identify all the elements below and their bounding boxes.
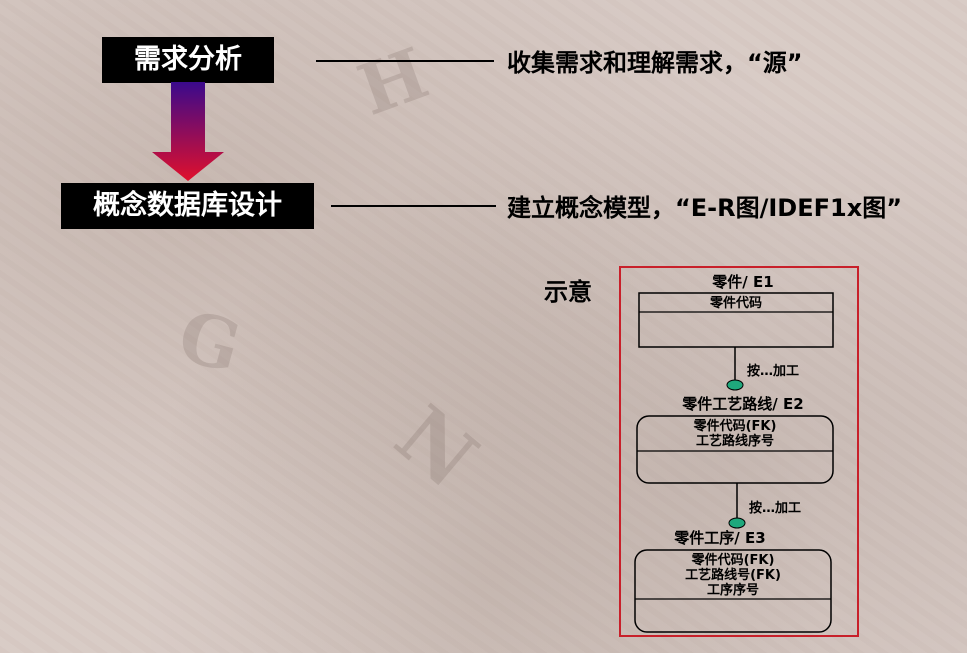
entity-attribute: 工序序号 bbox=[707, 582, 759, 598]
background-watermark: N bbox=[378, 387, 495, 507]
relationship-label: 按…加工 bbox=[747, 363, 799, 379]
entity-title: 零件工序/ E3 bbox=[673, 529, 765, 547]
illustration-label: 示意 bbox=[544, 278, 592, 306]
relationship-dot bbox=[726, 379, 744, 391]
entity-attribute: 零件代码(FK) bbox=[693, 418, 777, 434]
relationship-label: 按…加工 bbox=[749, 500, 801, 516]
relationship-dot bbox=[728, 517, 746, 529]
background-watermark: H bbox=[347, 31, 439, 132]
entity-attribute: 工艺路线号(FK) bbox=[685, 567, 781, 583]
stage-description: 收集需求和理解需求，“源” bbox=[507, 49, 803, 77]
connector-line bbox=[331, 205, 496, 207]
connector-line bbox=[316, 60, 494, 62]
stage-requirements-analysis: 需求分析 bbox=[102, 37, 274, 83]
entity-attribute: 零件代码 bbox=[709, 295, 762, 311]
down-arrow-icon bbox=[152, 82, 224, 181]
entity-title: 零件/ E1 bbox=[711, 273, 773, 291]
background-watermark: G bbox=[170, 293, 250, 390]
entity-attribute: 工艺路线序号 bbox=[696, 433, 774, 449]
entity-attribute: 零件代码(FK) bbox=[691, 552, 775, 568]
stage-description: 建立概念模型，“E-R图/IDEF1x图” bbox=[507, 194, 902, 222]
stage-conceptual-design: 概念数据库设计 bbox=[61, 183, 314, 229]
er-diagram-frame: 零件/ E1 零件代码 按…加工 零件工艺路线/ E2 零件代码(FK) 工艺路… bbox=[619, 266, 859, 637]
entity-title: 零件工艺路线/ E2 bbox=[681, 395, 803, 413]
